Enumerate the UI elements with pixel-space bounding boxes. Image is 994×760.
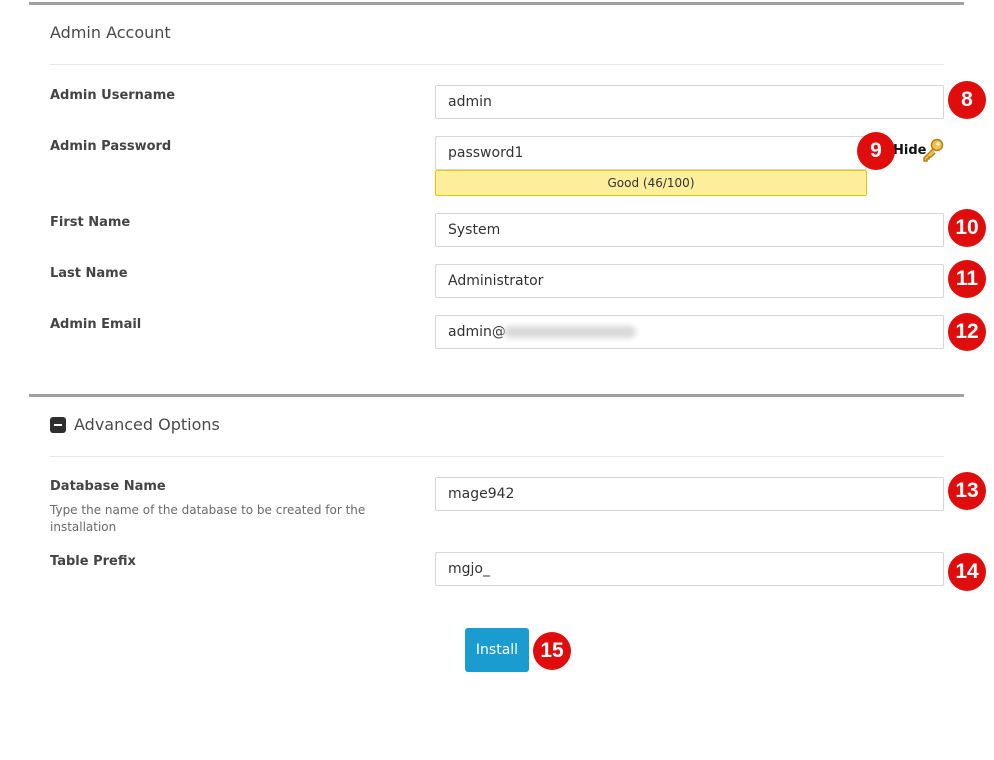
step-badge-11: 11 <box>948 260 986 298</box>
admin-email-input[interactable]: admin@ <box>435 315 944 349</box>
install-button[interactable]: Install <box>465 628 529 672</box>
database-name-label: Database Name <box>50 479 166 494</box>
database-name-input[interactable] <box>435 477 944 511</box>
database-name-hint: Type the name of the database to be crea… <box>50 503 366 534</box>
section-divider-top <box>29 2 964 5</box>
admin-username-label: Admin Username <box>50 88 176 103</box>
admin-account-separator <box>50 64 944 65</box>
table-prefix-input[interactable] <box>435 552 944 586</box>
admin-account-title: Admin Account <box>50 23 171 42</box>
admin-password-label: Admin Password <box>50 139 172 154</box>
admin-email-label: Admin Email <box>50 317 142 332</box>
admin-password-input[interactable] <box>435 136 867 170</box>
step-badge-14: 14 <box>948 553 986 591</box>
password-strength-meter: Good (46/100) <box>435 170 867 196</box>
last-name-input[interactable] <box>435 264 944 298</box>
table-prefix-label: Table Prefix <box>50 554 136 569</box>
admin-email-value: admin@ <box>448 324 506 340</box>
last-name-label: Last Name <box>50 266 128 281</box>
minus-square-icon[interactable] <box>50 417 66 433</box>
redacted-email-domain <box>504 326 636 338</box>
first-name-label: First Name <box>50 215 131 230</box>
advanced-options-title[interactable]: Advanced Options <box>74 415 220 434</box>
section-divider-middle <box>29 394 964 397</box>
first-name-input[interactable] <box>435 213 944 247</box>
admin-username-input[interactable] <box>435 85 944 119</box>
step-badge-12: 12 <box>948 313 986 351</box>
step-badge-13: 13 <box>948 472 986 510</box>
step-badge-8: 8 <box>948 81 986 119</box>
step-badge-10: 10 <box>948 209 986 247</box>
step-badge-15: 15 <box>533 632 571 670</box>
advanced-options-separator <box>50 456 944 457</box>
step-badge-9: 9 <box>857 132 895 170</box>
key-icon[interactable] <box>920 137 946 163</box>
